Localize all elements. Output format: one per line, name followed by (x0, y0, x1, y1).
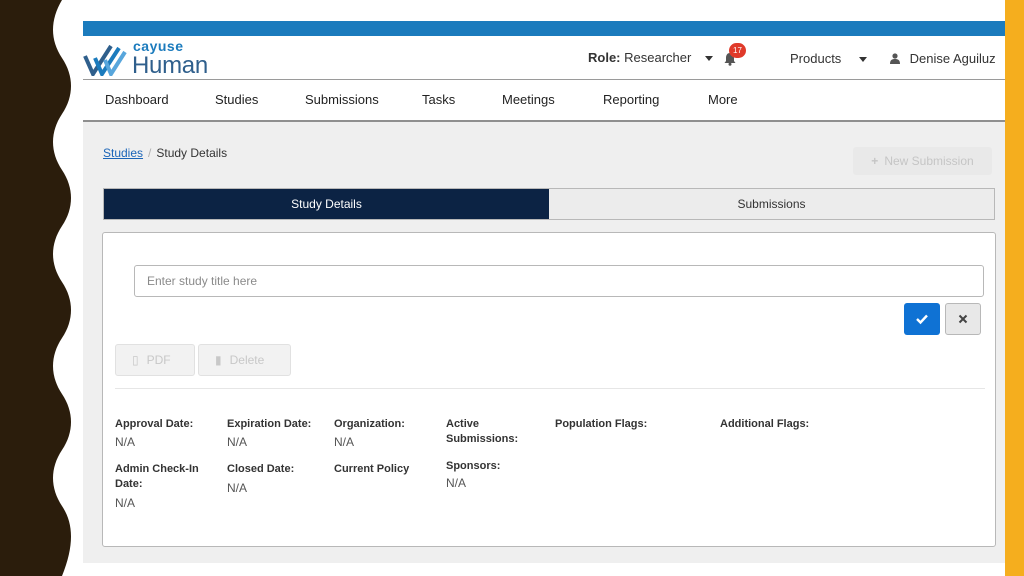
pdf-label: PDF (146, 353, 171, 367)
closed-date-value: N/A (227, 481, 248, 495)
pdf-button[interactable]: ▯ PDF (115, 344, 195, 376)
cayuse-logo[interactable]: cayuse Human Ethics (83, 38, 273, 107)
notification-badge: 17 (729, 43, 746, 58)
products-label: Products (790, 51, 842, 66)
study-tabs: Study Details Submissions (103, 188, 995, 220)
breadcrumb-separator: / (148, 146, 152, 160)
organization-label: Organization: (334, 418, 405, 430)
tab-submissions[interactable]: Submissions (549, 189, 994, 219)
nav-dashboard[interactable]: Dashboard (105, 80, 169, 120)
current-policy-label: Current Policy (334, 463, 410, 475)
logo-check-icon (83, 44, 127, 76)
role-value: Researcher (624, 50, 692, 65)
new-submission-button[interactable]: + New Submission (853, 147, 992, 175)
breadcrumb-current: Study Details (156, 146, 228, 160)
cancel-button[interactable] (945, 303, 981, 335)
population-flags-label: Population Flags: (555, 418, 648, 430)
approval-date-label: Approval Date: (115, 418, 194, 430)
chevron-down-icon (858, 57, 867, 63)
app-window: cayuse Human Ethics Role: Researcher 17 … (83, 21, 1005, 563)
tab-study-details[interactable]: Study Details (104, 189, 549, 219)
checkmark-icon (916, 314, 928, 325)
products-menu[interactable]: Products (790, 51, 867, 66)
expiration-date-label: Expiration Date: (227, 418, 312, 430)
nav-tasks[interactable]: Tasks (422, 80, 455, 120)
study-details-panel: ▯ PDF ▮ Delete Approval Date: N/A Expirati… (102, 232, 996, 547)
expiration-date-value: N/A (227, 435, 248, 449)
active-submissions-label: Active Submissions: (446, 418, 519, 445)
chevron-down-icon (704, 56, 713, 62)
closed-date-label: Closed Date: (227, 463, 295, 475)
admin-checkin-date-label: Admin Check-In Date: (115, 463, 199, 490)
section-divider (115, 388, 985, 389)
role-label: Role: (588, 50, 621, 65)
nav-meetings[interactable]: Meetings (502, 80, 555, 120)
approval-date-value: N/A (115, 435, 136, 449)
app-header: cayuse Human Ethics Role: Researcher 17 … (83, 36, 1005, 107)
plus-icon: + (871, 154, 879, 168)
nav-studies[interactable]: Studies (215, 80, 258, 120)
file-icon: ▯ (132, 353, 139, 367)
user-menu[interactable]: Denise Aguiluz (890, 51, 1005, 66)
nav-submissions[interactable]: Submissions (305, 80, 379, 120)
main-nav: Dashboard Studies Submissions Tasks Meet… (83, 80, 1005, 122)
nav-more[interactable]: More (708, 80, 738, 120)
study-title-input[interactable] (134, 265, 984, 297)
new-submission-label: New Submission (884, 154, 974, 168)
user-name: Denise Aguiluz (909, 51, 996, 66)
role-selector[interactable]: Role: Researcher (588, 50, 713, 65)
admin-checkin-date-value: N/A (115, 496, 136, 510)
user-icon (890, 53, 900, 64)
additional-flags-label: Additional Flags: (720, 418, 810, 430)
organization-value: N/A (334, 435, 355, 449)
slide-wavy-edge (53, 0, 90, 576)
delete-label: Delete (229, 353, 265, 367)
sponsors-label: Sponsors: (446, 460, 501, 472)
slide-gold-border (1005, 0, 1024, 576)
confirm-button[interactable] (904, 303, 940, 335)
close-icon (958, 314, 968, 324)
nav-reporting[interactable]: Reporting (603, 80, 659, 120)
trash-icon: ▮ (215, 353, 222, 367)
breadcrumb: Studies / Study Details (103, 146, 227, 160)
top-accent-bar (83, 21, 1005, 36)
breadcrumb-studies-link[interactable]: Studies (103, 146, 143, 160)
delete-button[interactable]: ▮ Delete (198, 344, 291, 376)
sponsors-value: N/A (446, 476, 467, 490)
